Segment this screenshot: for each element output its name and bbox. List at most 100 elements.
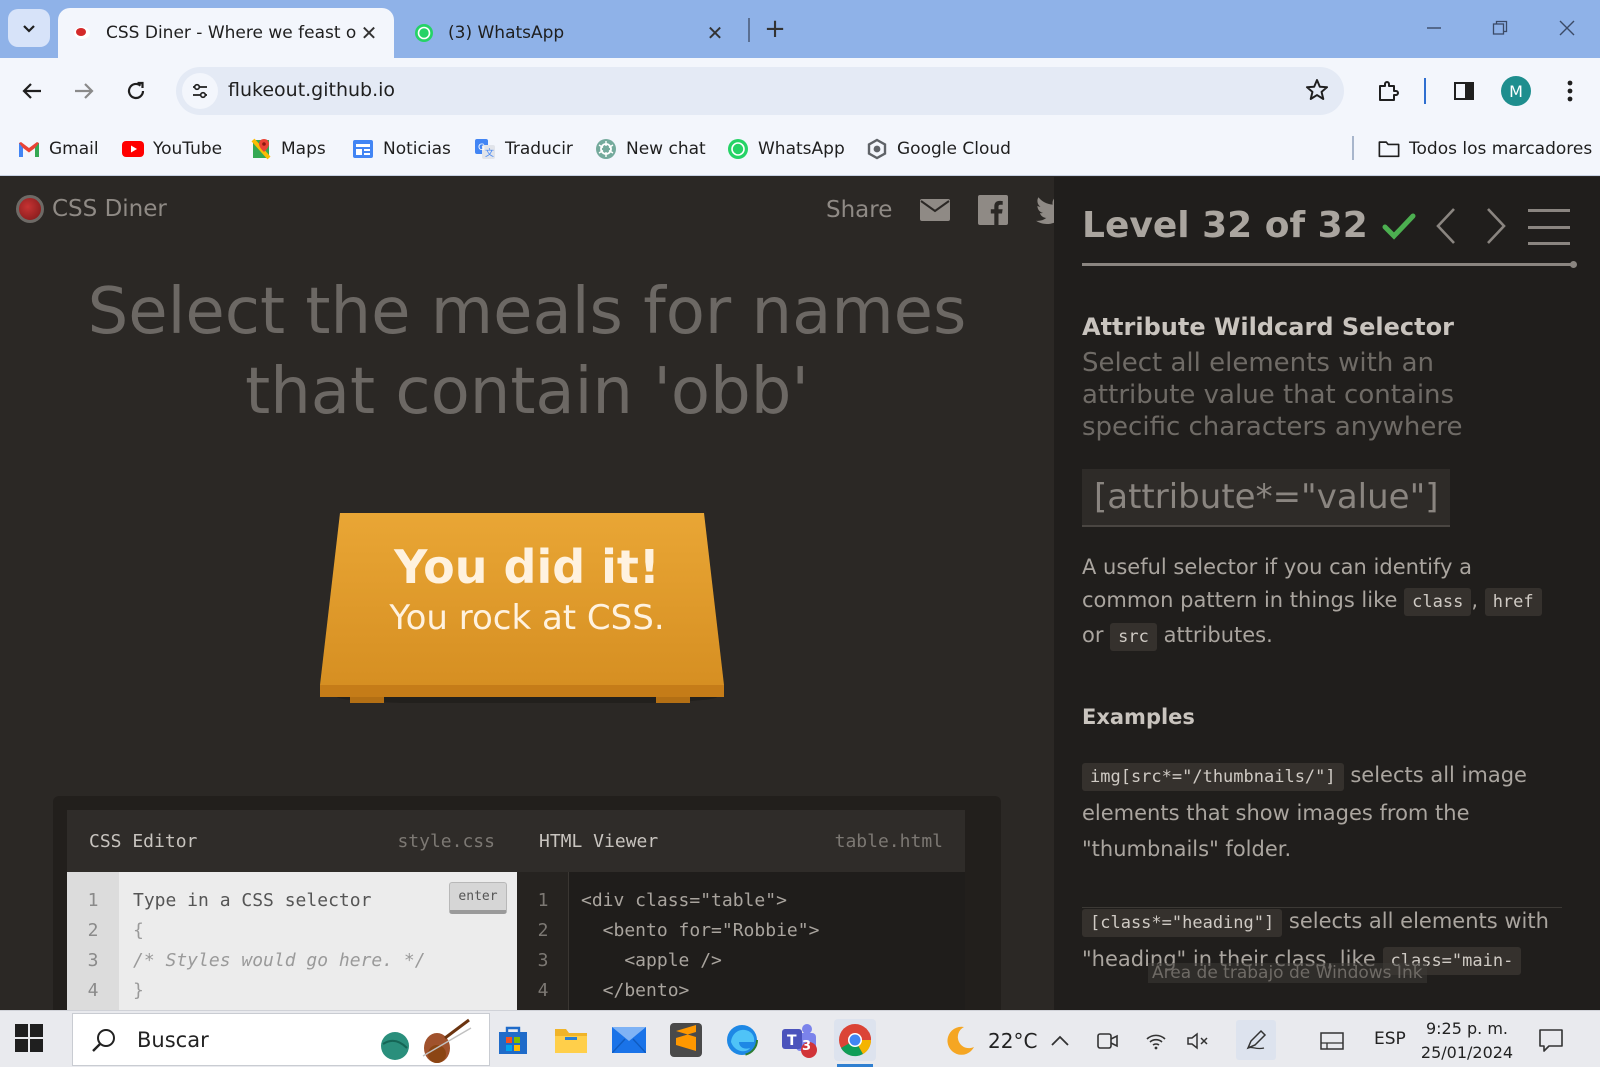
windows-ink-button[interactable] [1236,1020,1276,1060]
sublime-text-app[interactable] [665,1019,707,1061]
tab-search-button[interactable] [8,9,50,47]
markup-line[interactable]: </bento> [581,980,690,1001]
chatgpt-icon [595,138,617,160]
bookmark-whatsapp[interactable]: WhatsApp [727,136,845,162]
bookmark-maps[interactable]: Maps [250,136,326,162]
pen-icon [1246,1029,1267,1050]
taskbar-search[interactable]: Buscar [72,1013,490,1066]
windows-ink-tooltip: Área de trabajo de Windows Ink [1148,963,1427,983]
new-tab-button[interactable]: + [760,14,790,44]
minimize-button[interactable] [1412,12,1456,44]
bookmark-label: Maps [281,139,326,159]
address-bar[interactable]: flukeout.github.io [176,67,1344,115]
whatsapp-icon [414,23,434,43]
line-number: 3 [87,950,99,971]
whatsapp-icon [727,138,749,160]
search-highlight-icon [375,1018,475,1064]
meet-now-button[interactable] [1094,1027,1122,1055]
reload-icon [127,81,145,100]
svg-text:T: T [787,1033,797,1049]
microsoft-store-app[interactable] [492,1019,534,1061]
svg-text:G: G [478,143,485,153]
arrow-right-icon [75,83,94,99]
bookmark-youtube[interactable]: YouTube [122,136,222,162]
markup-line[interactable]: <div class="table"> [581,890,787,911]
menu-line [1528,209,1570,212]
show-hidden-icons-button[interactable] [1046,1027,1074,1055]
line-number: 1 [537,890,549,911]
network-button[interactable] [1142,1027,1170,1055]
examples-heading: Examples [1082,705,1195,729]
css-diner-logo[interactable]: CSS Diner [16,195,167,223]
markup-line[interactable]: <bento for="Robbie"> [581,920,820,941]
tab-css-diner[interactable]: CSS Diner - Where we feast on CSS Select… [58,8,394,58]
facebook-share-icon[interactable] [978,195,1009,225]
hint-text: or [1082,623,1104,647]
css-editor: CSS Editor style.css 1 2 3 4 Type in a C… [67,810,517,1010]
mail-app[interactable] [608,1019,650,1061]
forward-button[interactable] [64,71,104,111]
start-button[interactable] [14,1023,46,1055]
edge-icon [726,1024,758,1056]
weather-widget[interactable]: 22°C [944,1025,1037,1057]
success-title: You did it! [394,540,660,594]
editor-panel: CSS Editor style.css 1 2 3 4 Type in a C… [53,796,1001,1010]
line-number: 4 [87,980,99,1001]
tab-title: (3) WhatsApp [448,23,565,43]
bookmark-star-icon[interactable] [1304,77,1330,107]
css-editor-title: CSS Editor [89,830,198,852]
css-editor-filename: style.css [397,830,495,852]
html-viewer: HTML Viewer table.html 1 2 3 4 <div clas… [517,810,965,1010]
bookmark-new-chat[interactable]: New chat [595,136,706,162]
teams-icon: T [782,1024,817,1058]
success-message: You did it! You rock at CSS. [320,539,734,641]
css-selector-input[interactable]: Type in a CSS selector [133,890,371,911]
close-window-button[interactable] [1545,12,1589,44]
browser-toolbar: flukeout.github.io [0,58,1600,124]
translate-icon: G文 [474,138,496,160]
side-panel-button[interactable] [1444,71,1484,111]
input-language[interactable]: ESP [1374,1029,1406,1049]
close-tab-icon[interactable]: ✕ [356,20,382,46]
next-level-button[interactable] [1478,205,1514,247]
extensions-button[interactable] [1368,71,1408,111]
chrome-app[interactable] [834,1019,876,1067]
email-share-icon[interactable] [920,199,951,221]
tab-strip: CSS Diner - Where we feast on CSS Select… [0,0,1600,58]
bookmark-noticias[interactable]: Noticias [352,136,451,162]
close-tab-icon[interactable]: ✕ [702,20,728,46]
tab-separator [748,18,750,42]
teams-app[interactable]: T 3 [778,1019,820,1061]
twitter-share-icon[interactable] [1036,196,1054,224]
profile-avatar[interactable]: M [1501,76,1531,106]
css-editor-body[interactable]: 1 2 3 4 Type in a CSS selector { /* Styl… [67,872,517,1010]
file-explorer-app[interactable] [550,1019,592,1061]
taskbar-clock[interactable]: 9:25 p. m. 25/01/2024 [1412,1017,1522,1065]
restore-icon [1492,20,1508,35]
reload-button[interactable] [116,71,156,111]
html-viewer-filename: table.html [834,830,943,852]
markup-line[interactable]: <apple /> [581,950,722,971]
enter-button[interactable]: enter [449,882,507,914]
back-button[interactable] [12,71,52,111]
line-number: 2 [87,920,99,941]
chrome-menu-button[interactable] [1550,71,1590,111]
touch-keyboard-button[interactable] [1318,1027,1346,1055]
css-editor-header: CSS Editor style.css [67,810,517,872]
bookmark-traducir[interactable]: G文 Traducir [474,136,573,162]
level-menu-button[interactable] [1528,209,1570,245]
bookmark-gmail[interactable]: Gmail [18,136,99,162]
camera-icon [1097,1033,1118,1049]
bookmark-google-cloud[interactable]: Google Cloud [866,136,1011,162]
tab-whatsapp[interactable]: (3) WhatsApp ✕ [400,8,740,58]
restore-button[interactable] [1478,12,1522,44]
previous-level-button[interactable] [1428,205,1464,247]
all-bookmarks-folder[interactable]: Todos los marcadores [1378,136,1592,162]
notification-center-button[interactable] [1538,1027,1564,1053]
logo-text: CSS Diner [52,196,167,222]
site-settings-icon[interactable] [182,73,218,109]
toolbar-separator [1424,78,1426,104]
clock-date: 25/01/2024 [1420,1043,1514,1062]
volume-button[interactable] [1184,1027,1212,1055]
edge-app[interactable] [721,1019,763,1061]
